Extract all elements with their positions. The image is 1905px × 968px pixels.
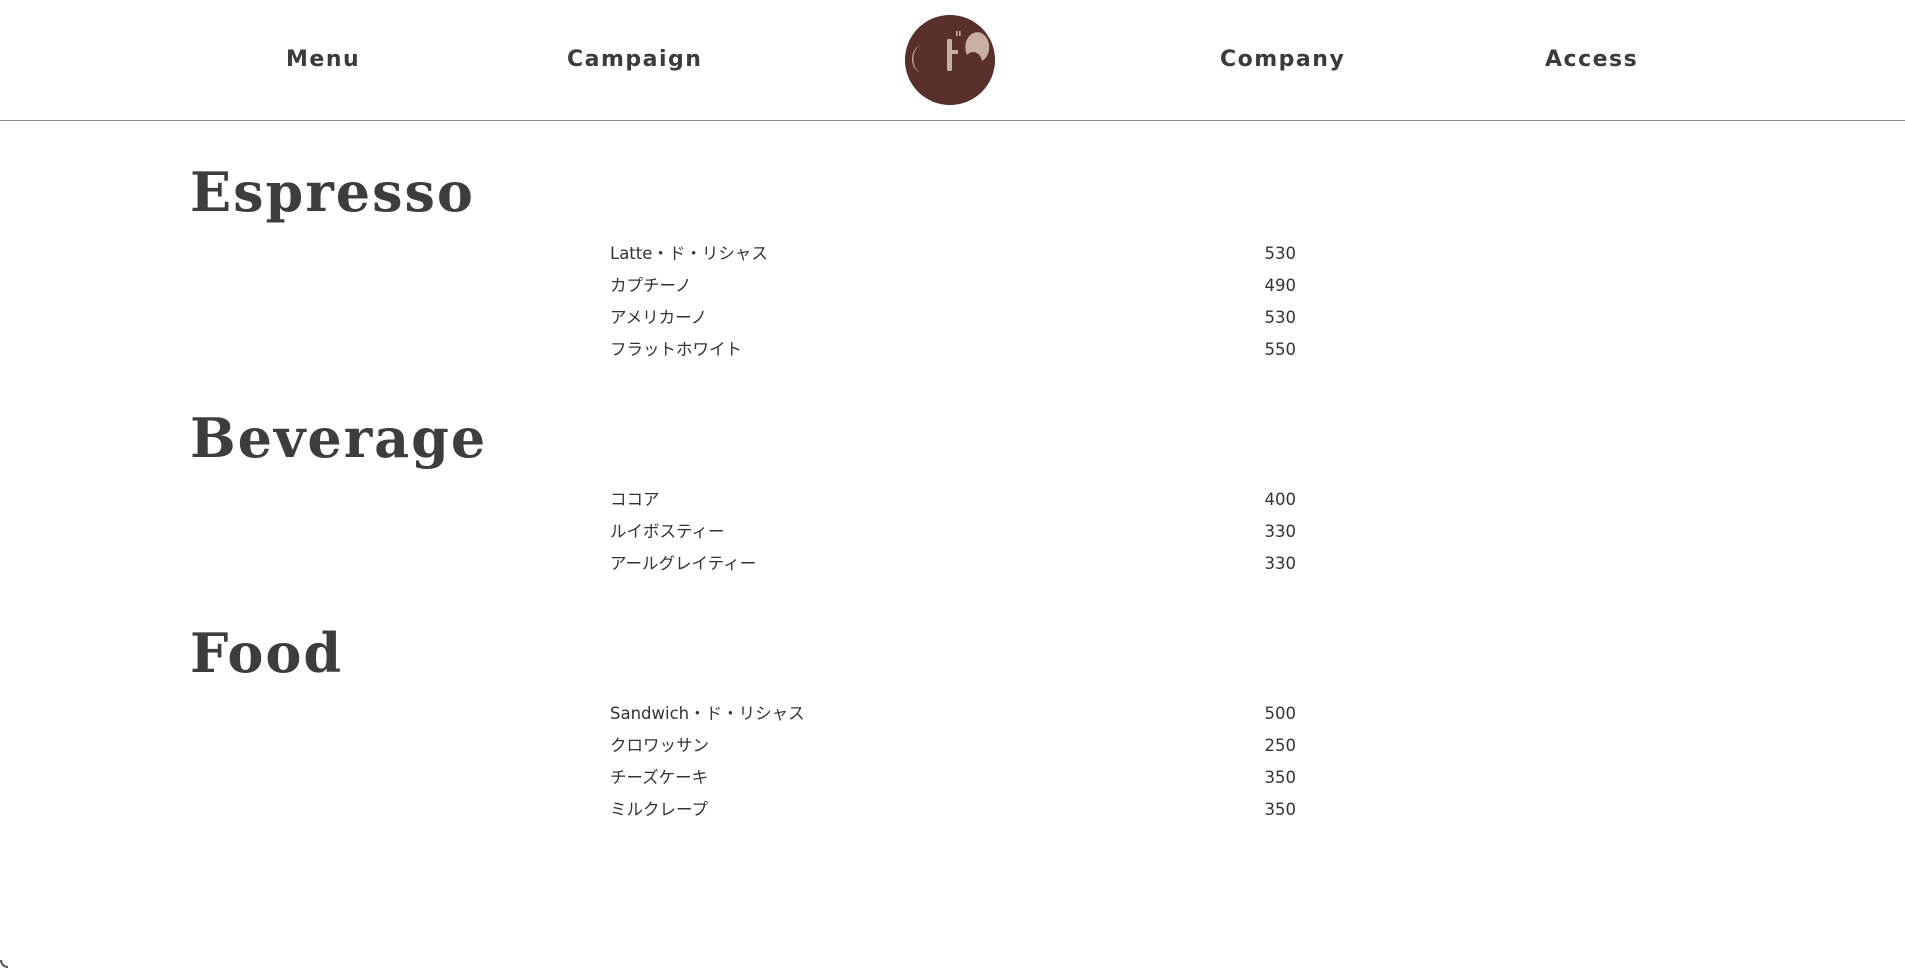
- menu-item: ミルクレープ 350: [610, 796, 1300, 828]
- item-price: 330: [1264, 554, 1297, 573]
- menu-item: Sandwich・ド・リシャス 500: [610, 700, 1300, 732]
- menu-item: チーズケーキ 350: [610, 764, 1300, 796]
- cafe-logo-icon[interactable]: [905, 15, 995, 105]
- item-name: Sandwich・ド・リシャス: [610, 704, 805, 723]
- item-price: 500: [1264, 704, 1297, 723]
- item-price: 400: [1264, 490, 1297, 509]
- menu-item: Latte・ド・リシャス 530: [610, 240, 1300, 272]
- section-title-food: Food: [190, 621, 344, 685]
- menu-list-espresso: Latte・ド・リシャス 530 カプチーノ 490 アメリカーノ 530 フラ…: [610, 240, 1300, 368]
- nav-campaign-link[interactable]: Campaign: [567, 47, 702, 73]
- site-header: Menu Campaign Company Access: [0, 0, 1905, 121]
- item-price: 330: [1264, 522, 1297, 541]
- item-name: ミルクレープ: [610, 800, 709, 819]
- item-name: カプチーノ: [610, 276, 692, 295]
- menu-item: アメリカーノ 530: [610, 304, 1300, 336]
- item-name: ルイボスティー: [610, 522, 725, 541]
- item-name: ココア: [610, 490, 660, 509]
- menu-item: フラットホワイト 550: [610, 336, 1300, 368]
- item-price: 530: [1264, 244, 1297, 263]
- menu-item: カプチーノ 490: [610, 272, 1300, 304]
- item-price: 530: [1264, 308, 1297, 327]
- menu-list-beverage: ココア 400 ルイボスティー 330 アールグレイティー 330: [610, 486, 1300, 582]
- window-corner: [0, 960, 8, 968]
- menu-item: ココア 400: [610, 486, 1300, 518]
- item-name: Latte・ド・リシャス: [610, 244, 768, 263]
- nav-company-link[interactable]: Company: [1220, 47, 1345, 73]
- item-price: 350: [1264, 768, 1297, 787]
- menu-item: クロワッサン 250: [610, 732, 1300, 764]
- nav-menu-link[interactable]: Menu: [286, 47, 360, 73]
- section-title-beverage: Beverage: [190, 406, 488, 470]
- item-price: 250: [1264, 736, 1297, 755]
- item-name: アメリカーノ: [610, 308, 708, 327]
- item-price: 490: [1264, 276, 1297, 295]
- nav-access-link[interactable]: Access: [1545, 47, 1638, 73]
- section-title-espresso: Espresso: [190, 160, 475, 224]
- logo-mark-icon: [905, 15, 995, 105]
- item-name: フラットホワイト: [610, 340, 742, 359]
- menu-item: ルイボスティー 330: [610, 518, 1300, 550]
- item-name: クロワッサン: [610, 736, 709, 755]
- item-name: チーズケーキ: [610, 768, 709, 787]
- item-name: アールグレイティー: [610, 554, 757, 573]
- item-price: 550: [1264, 340, 1297, 359]
- menu-list-food: Sandwich・ド・リシャス 500 クロワッサン 250 チーズケーキ 35…: [610, 700, 1300, 828]
- menu-item: アールグレイティー 330: [610, 550, 1300, 582]
- item-price: 350: [1264, 800, 1297, 819]
